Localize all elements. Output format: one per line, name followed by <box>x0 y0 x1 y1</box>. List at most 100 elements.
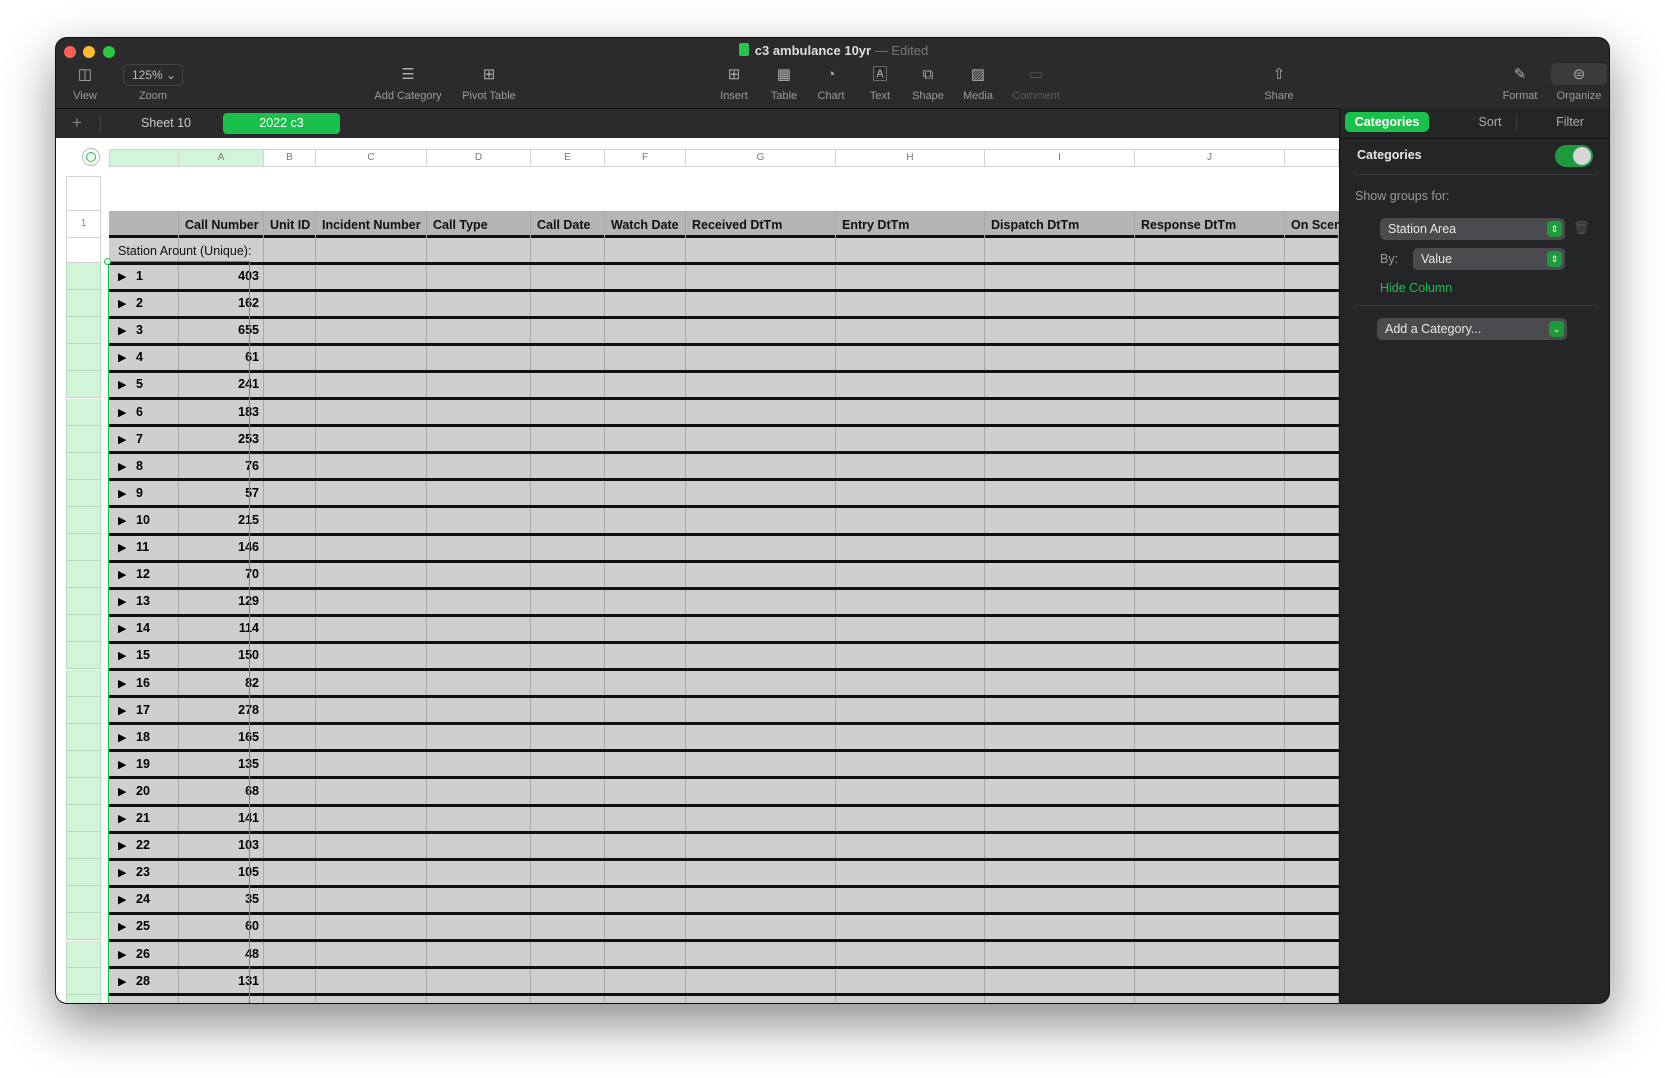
organize-button[interactable]: ⊜ Organize <box>1551 64 1607 102</box>
pivot-table-button[interactable]: ⊞ Pivot Table <box>454 64 524 102</box>
row-header[interactable] <box>66 723 101 751</box>
list-icon: ☰ <box>401 66 415 83</box>
header-cell[interactable]: Watch Date <box>611 218 679 232</box>
tab-filter[interactable]: Filter <box>1535 115 1605 129</box>
row-header[interactable] <box>66 344 101 372</box>
pivot-table-icon: ⊞ <box>482 66 496 83</box>
row-header[interactable] <box>66 263 101 291</box>
hide-column-link[interactable]: Hide Column <box>1380 281 1452 295</box>
group-column-dropdown[interactable]: Station Area ⇕ <box>1380 218 1565 240</box>
group-separator <box>109 668 1339 671</box>
row-header[interactable] <box>66 452 101 480</box>
row-header[interactable] <box>66 669 101 697</box>
row-header[interactable] <box>66 696 101 724</box>
group-separator <box>109 749 1339 753</box>
row-header[interactable] <box>66 534 101 562</box>
add-category-button[interactable]: ☰ Add Category <box>366 64 450 102</box>
tab-sort[interactable]: Sort <box>1450 115 1530 129</box>
header-cell[interactable]: Received DtTm <box>692 218 782 232</box>
row-header[interactable] <box>66 561 101 589</box>
header-cell[interactable]: Call Number <box>185 218 259 232</box>
row-header[interactable] <box>66 886 101 914</box>
column-header-G[interactable]: G <box>686 149 836 167</box>
column-header-H[interactable]: H <box>836 149 985 167</box>
row-header[interactable] <box>66 859 101 887</box>
row-header[interactable] <box>66 777 101 805</box>
group-separator <box>109 451 1339 455</box>
tab-categories[interactable]: Categories <box>1345 112 1429 132</box>
table-button[interactable]: ▦ Table <box>764 64 804 102</box>
row-header[interactable] <box>66 642 101 670</box>
row-header[interactable] <box>66 317 101 345</box>
row-header[interactable] <box>66 290 101 318</box>
add-category-value: Add a Category... <box>1385 322 1482 336</box>
row-header[interactable] <box>66 994 101 1003</box>
selection-handle[interactable] <box>104 258 111 265</box>
group-by-dropdown[interactable]: Value ⇕ <box>1413 248 1565 270</box>
group-separator <box>109 695 1339 699</box>
header-cell[interactable]: Entry DtTm <box>842 218 909 232</box>
header-cell[interactable]: Call Date <box>537 218 591 232</box>
row-header-blank-2 <box>66 238 101 263</box>
view-button[interactable]: ◫ View <box>70 64 100 102</box>
group-separator <box>109 288 1339 292</box>
insert-button[interactable]: ⊞ Insert <box>714 64 754 102</box>
share-button[interactable]: ⇧ Share <box>1259 64 1299 102</box>
column-header-A[interactable]: A <box>179 149 264 167</box>
column-header-B[interactable]: B <box>264 149 316 167</box>
categories-toggle[interactable] <box>1555 145 1593 167</box>
group-separator <box>109 342 1339 346</box>
trash-icon[interactable]: 🗑 <box>1573 220 1590 236</box>
row-header[interactable] <box>66 588 101 616</box>
header-cell[interactable]: Response DtTm <box>1141 218 1236 232</box>
row-header[interactable] <box>66 398 101 426</box>
column-header-C[interactable]: C <box>316 149 427 167</box>
row-header[interactable] <box>66 832 101 860</box>
group-separator <box>109 911 1339 915</box>
chart-button[interactable]: ◔ Chart <box>811 64 851 102</box>
media-icon: ▨ <box>970 66 986 83</box>
divider <box>1516 114 1517 130</box>
format-button[interactable]: ✎ Format <box>1500 64 1540 102</box>
row-header[interactable] <box>66 615 101 643</box>
document-name: c3 ambulance 10yr <box>754 43 872 58</box>
shape-button[interactable]: ⧉ Shape <box>908 64 948 102</box>
row-header[interactable] <box>66 479 101 507</box>
row-header[interactable] <box>66 371 101 399</box>
column-header-D[interactable]: D <box>427 149 531 167</box>
text-button[interactable]: 🄰 Text <box>860 64 900 102</box>
zoom-dropdown[interactable]: 125% ⌄ <box>123 64 183 86</box>
row-header[interactable] <box>66 913 101 941</box>
group-column-value: Station Area <box>1388 222 1457 236</box>
header-cell[interactable]: Dispatch DtTm <box>991 218 1079 232</box>
media-button[interactable]: ▨ Media <box>958 64 998 102</box>
row-header[interactable] <box>66 506 101 534</box>
header-cell[interactable]: Call Type <box>433 218 488 232</box>
header-cell[interactable]: Unit ID <box>270 218 310 232</box>
add-category-label: Add Category <box>374 90 442 102</box>
column-header-E[interactable]: E <box>531 149 605 167</box>
column-header-selected-blank[interactable] <box>109 149 179 167</box>
row-header-1[interactable]: 1 <box>66 211 101 238</box>
group-separator <box>109 857 1339 861</box>
row-header[interactable] <box>66 425 101 453</box>
add-category-dropdown[interactable]: Add a Category... ⌄ <box>1377 318 1567 340</box>
comment-button[interactable]: ▭ Comment <box>1008 64 1064 102</box>
header-cell[interactable]: On Scene <box>1291 218 1339 232</box>
column-header-I[interactable]: I <box>985 149 1135 167</box>
row-header[interactable] <box>66 967 101 995</box>
row-header[interactable] <box>66 805 101 833</box>
row-header[interactable] <box>66 940 101 968</box>
sheet-tab-sheet-10[interactable]: Sheet 10 <box>136 116 196 130</box>
row-header[interactable] <box>66 750 101 778</box>
column-header-J[interactable]: J <box>1135 149 1285 167</box>
chevron-down-icon: ⌄ <box>1549 321 1564 337</box>
zoom-label-text: Zoom <box>138 90 168 102</box>
zoom-value: 125% <box>132 68 163 82</box>
header-cell[interactable]: Incident Number <box>322 218 421 232</box>
column-header-k[interactable] <box>1285 149 1339 167</box>
table-select-handle[interactable] <box>82 148 100 166</box>
sheet-tab-2022-c3[interactable]: 2022 c3 <box>223 113 340 134</box>
add-sheet-button[interactable]: + <box>72 113 82 133</box>
column-header-F[interactable]: F <box>605 149 686 167</box>
